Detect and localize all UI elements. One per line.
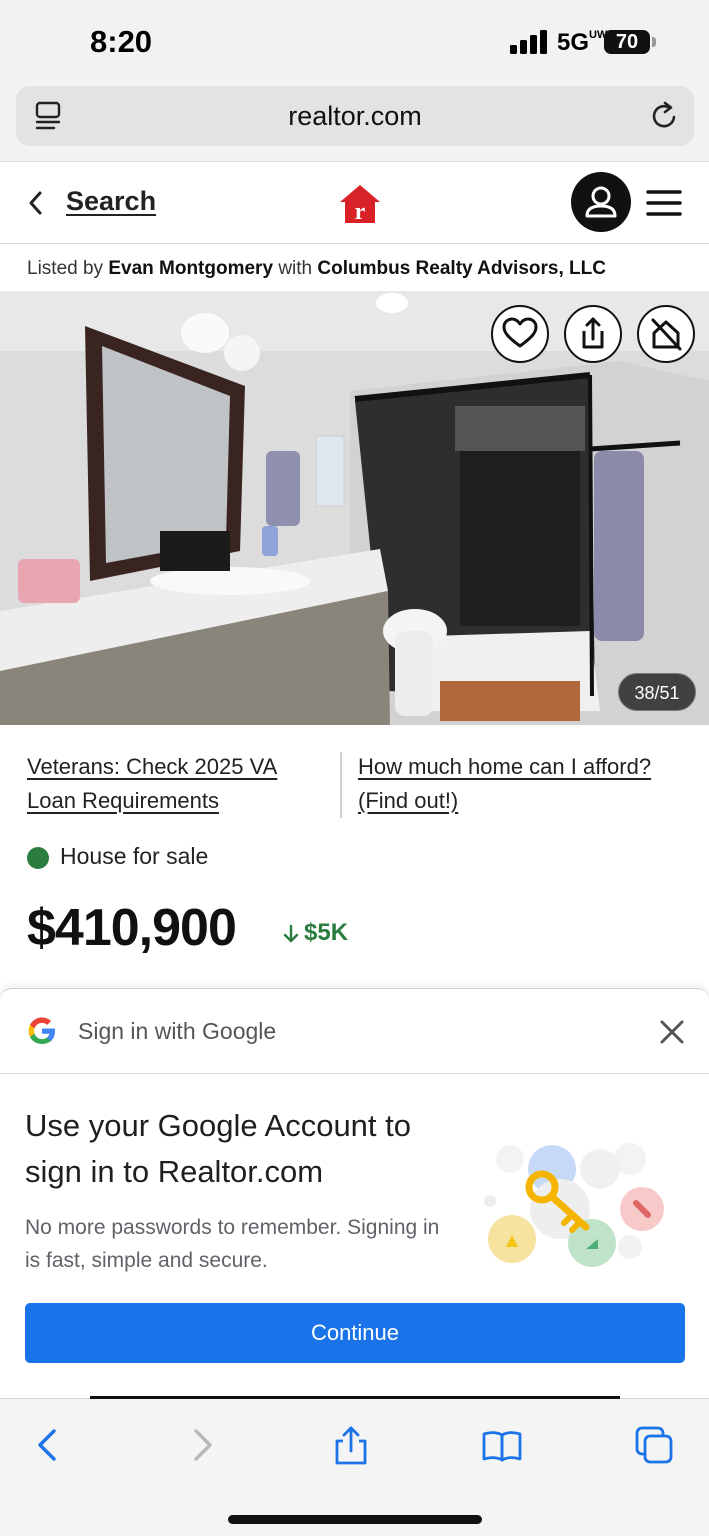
back-chevron-icon[interactable] xyxy=(26,190,46,216)
address-bar[interactable]: realtor.com xyxy=(16,86,694,146)
google-signin-header: Sign in with Google xyxy=(0,989,709,1074)
arrow-down-icon xyxy=(283,924,299,943)
hide-icon xyxy=(651,318,682,351)
google-g-icon xyxy=(28,1017,55,1044)
account-avatar-button[interactable] xyxy=(571,172,631,232)
google-signin-heading: Use your Google Account to sign in to Re… xyxy=(25,1108,412,1189)
promo-divider xyxy=(340,752,342,818)
share-icon[interactable] xyxy=(331,1425,371,1465)
signal-icon xyxy=(510,30,547,54)
battery-icon: 70 xyxy=(604,30,650,54)
va-loan-link[interactable]: Veterans: Check 2025 VA Loan Requirement… xyxy=(27,750,327,818)
reload-icon[interactable] xyxy=(650,100,680,132)
address-bar-area: realtor.com xyxy=(0,84,709,162)
home-indicator xyxy=(228,1515,482,1524)
tabs-overview-icon[interactable] xyxy=(634,1425,674,1465)
hide-listing-button[interactable] xyxy=(637,305,695,363)
share-icon xyxy=(582,317,604,349)
google-signin-subtitle: No more passwords to remember. Signing i… xyxy=(25,1216,440,1272)
listing-price: $410,900 xyxy=(27,899,237,957)
back-icon[interactable] xyxy=(28,1425,68,1465)
with-word: with xyxy=(278,258,313,279)
network-label: 5GUW xyxy=(557,29,608,56)
listed-prefix: Listed by xyxy=(27,258,104,279)
photo-counter: 38/51 xyxy=(618,673,696,711)
url-text[interactable]: realtor.com xyxy=(16,101,694,132)
agent-name: Evan Montgomery xyxy=(108,258,274,279)
brokerage-name: Columbus Realty Advisors, LLC xyxy=(317,258,606,279)
price-reduction: $5K xyxy=(304,919,349,946)
listed-by-line: Listed by Evan Montgomery with Columbus … xyxy=(27,258,606,280)
key-illustration-icon xyxy=(484,1143,664,1267)
share-listing-button[interactable] xyxy=(564,305,622,363)
affordability-link[interactable]: How much home can I afford? (Find out!) xyxy=(358,750,658,818)
google-signin-sheet: Sign in with Google Use your Google Acco… xyxy=(0,988,709,1400)
google-continue-button[interactable]: Continue xyxy=(25,1303,685,1363)
page-menu-icon[interactable] xyxy=(34,100,64,132)
back-to-search-link[interactable]: Search xyxy=(66,186,156,217)
save-favorite-button[interactable] xyxy=(491,305,549,363)
svg-text:r: r xyxy=(355,199,366,224)
status-time: 8:20 xyxy=(90,24,153,59)
google-signin-title: Sign in with Google xyxy=(78,1018,277,1044)
listing-photo[interactable]: 38/51 xyxy=(0,291,709,725)
for-sale-status-dot xyxy=(27,847,49,869)
browser-toolbar xyxy=(0,1396,709,1536)
user-icon xyxy=(585,186,617,218)
forward-icon[interactable] xyxy=(182,1425,222,1465)
toolbar-top-line xyxy=(90,1396,620,1399)
realtor-logo-icon[interactable]: r xyxy=(339,184,381,224)
close-icon[interactable] xyxy=(658,1018,686,1046)
bookmarks-icon[interactable] xyxy=(482,1425,522,1465)
menu-icon[interactable] xyxy=(646,189,682,217)
listing-status: House for sale xyxy=(60,843,209,869)
site-header: Search r xyxy=(0,162,709,244)
battery-nub xyxy=(652,37,656,47)
status-bar: 8:20 5GUW 70 xyxy=(0,0,709,84)
heart-icon xyxy=(502,317,538,348)
